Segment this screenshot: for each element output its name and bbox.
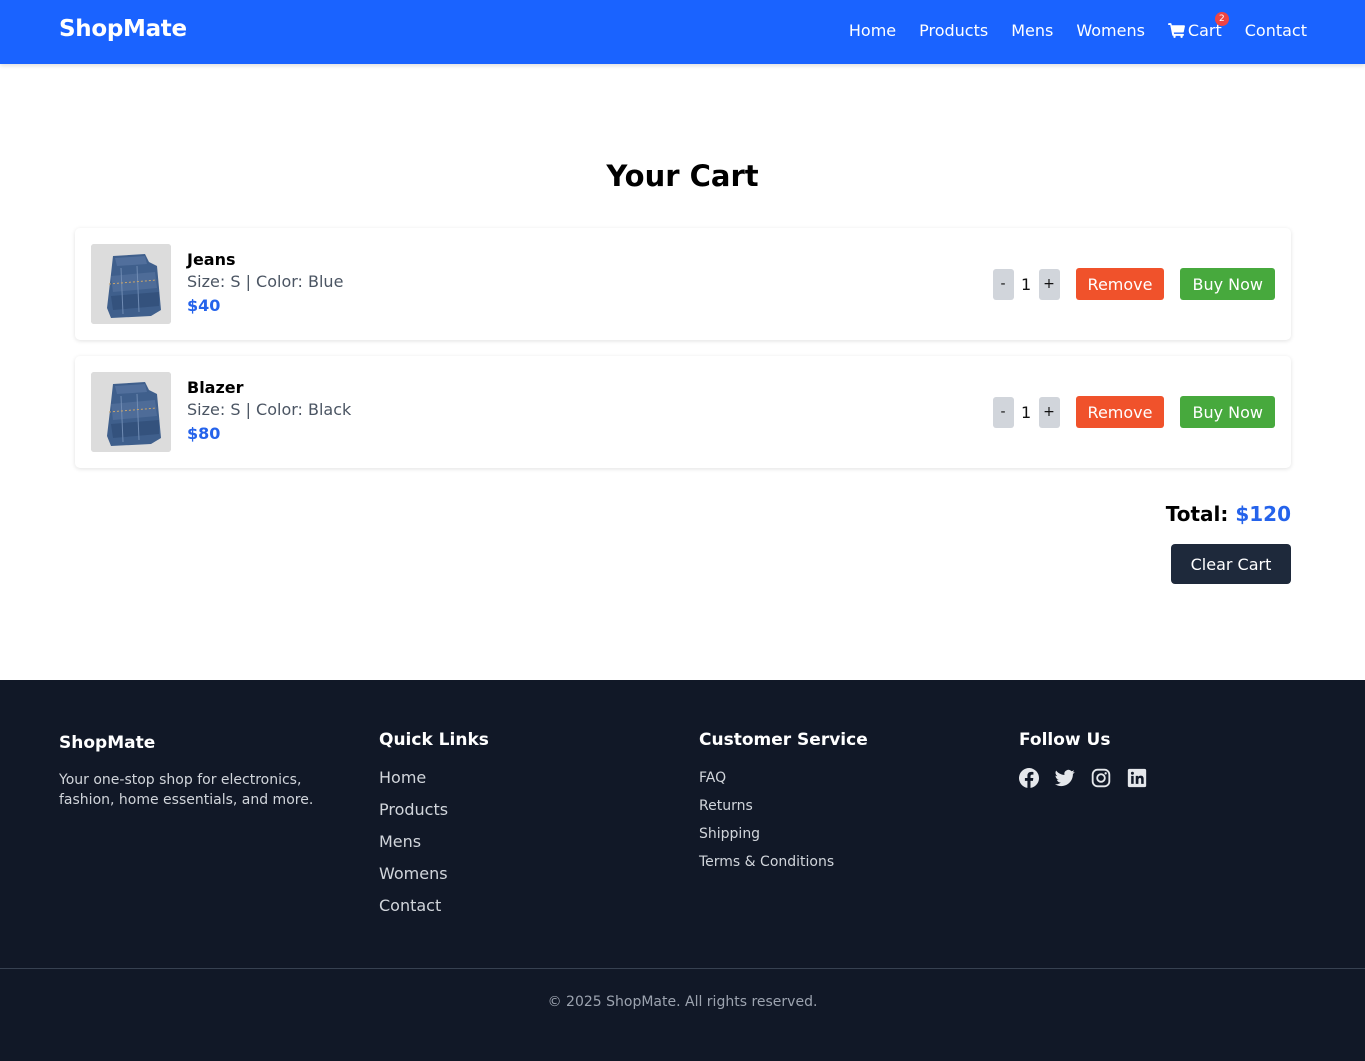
footer-about-text: Your one-stop shop for electronics, fash…	[59, 772, 314, 808]
nav-home[interactable]: Home	[849, 21, 896, 40]
increase-qty-button[interactable]: +	[1038, 268, 1060, 300]
footer-link-terms[interactable]: Terms & Conditions	[699, 852, 868, 880]
item-meta: Size: S | Color: Black	[187, 400, 352, 419]
customer-service-heading: Customer Service	[699, 730, 868, 750]
increase-qty-button[interactable]: +	[1038, 396, 1060, 428]
cart-item: Blazer Size: S | Color: Black $80 - 1 + …	[75, 356, 1291, 468]
footer-link-products[interactable]: Products	[379, 800, 489, 832]
quick-links-heading: Quick Links	[379, 730, 489, 750]
qty-value: 1	[1020, 402, 1032, 422]
item-info: Blazer Size: S | Color: Black $80	[187, 378, 351, 446]
nav-contact[interactable]: Contact	[1245, 21, 1307, 40]
footer-quick-links: Quick Links Home Products Mens Womens Co…	[379, 730, 489, 928]
remove-button[interactable]: Remove	[1075, 396, 1165, 428]
total-value: $120	[1235, 502, 1291, 526]
item-price: $40	[187, 296, 221, 315]
shopping-cart-icon	[1167, 23, 1185, 38]
qty-value: 1	[1020, 274, 1032, 294]
item-name: Blazer	[187, 378, 244, 397]
footer-link-mens[interactable]: Mens	[379, 832, 489, 864]
decrease-qty-button[interactable]: -	[992, 396, 1014, 428]
copyright-text: © 2025 ShopMate. All rights reserved.	[547, 994, 818, 1010]
item-price: $80	[187, 424, 221, 443]
clear-cart-button[interactable]: Clear Cart	[1171, 544, 1291, 584]
item-controls: - 1 + Remove Buy Now	[992, 268, 1275, 300]
footer-brand: ShopMate	[59, 733, 156, 753]
cart-item: Jeans Size: S | Color: Blue $40 - 1 + Re…	[75, 228, 1291, 340]
nav-womens[interactable]: Womens	[1076, 21, 1145, 40]
nav-mens[interactable]: Mens	[1011, 21, 1053, 40]
social-links	[1019, 768, 1147, 788]
item-name: Jeans	[187, 250, 236, 269]
footer-link-contact[interactable]: Contact	[379, 896, 489, 928]
footer-customer-service: Customer Service FAQ Returns Shipping Te…	[699, 730, 868, 880]
footer: ShopMate Your one-stop shop for electron…	[0, 680, 1365, 1061]
brand-logo[interactable]: ShopMate	[59, 16, 187, 42]
linkedin-icon[interactable]	[1127, 768, 1147, 788]
item-meta: Size: S | Color: Blue	[187, 272, 344, 291]
main-nav: Home Products Mens Womens Cart 2 Contact	[849, 12, 1307, 40]
footer-link-returns[interactable]: Returns	[699, 796, 868, 824]
product-image	[91, 244, 171, 324]
nav-products[interactable]: Products	[919, 21, 988, 40]
page-title: Your Cart	[606, 159, 759, 193]
twitter-icon[interactable]	[1055, 768, 1075, 788]
footer-link-womens[interactable]: Womens	[379, 864, 489, 896]
decrease-qty-button[interactable]: -	[992, 268, 1014, 300]
footer-link-shipping[interactable]: Shipping	[699, 824, 868, 852]
remove-button[interactable]: Remove	[1075, 268, 1165, 300]
footer-link-faq[interactable]: FAQ	[699, 768, 868, 796]
total-label: Total:	[1165, 502, 1229, 526]
product-image	[91, 372, 171, 452]
cart-count-badge: 2	[1214, 12, 1229, 26]
cart-total: Total: $120	[1166, 502, 1291, 526]
follow-heading: Follow Us	[1019, 730, 1111, 750]
footer-about: ShopMate Your one-stop shop for electron…	[59, 733, 349, 810]
item-info: Jeans Size: S | Color: Blue $40	[187, 250, 343, 318]
footer-link-home[interactable]: Home	[379, 768, 489, 800]
nav-cart[interactable]: Cart 2	[1167, 12, 1229, 40]
footer-divider	[0, 968, 1365, 969]
facebook-icon[interactable]	[1019, 768, 1039, 788]
buy-now-button[interactable]: Buy Now	[1180, 268, 1275, 300]
instagram-icon[interactable]	[1091, 768, 1111, 788]
navbar: ShopMate Home Products Mens Womens Cart …	[0, 0, 1365, 64]
item-controls: - 1 + Remove Buy Now	[992, 396, 1275, 428]
footer-follow: Follow Us	[1019, 730, 1147, 788]
buy-now-button[interactable]: Buy Now	[1180, 396, 1275, 428]
